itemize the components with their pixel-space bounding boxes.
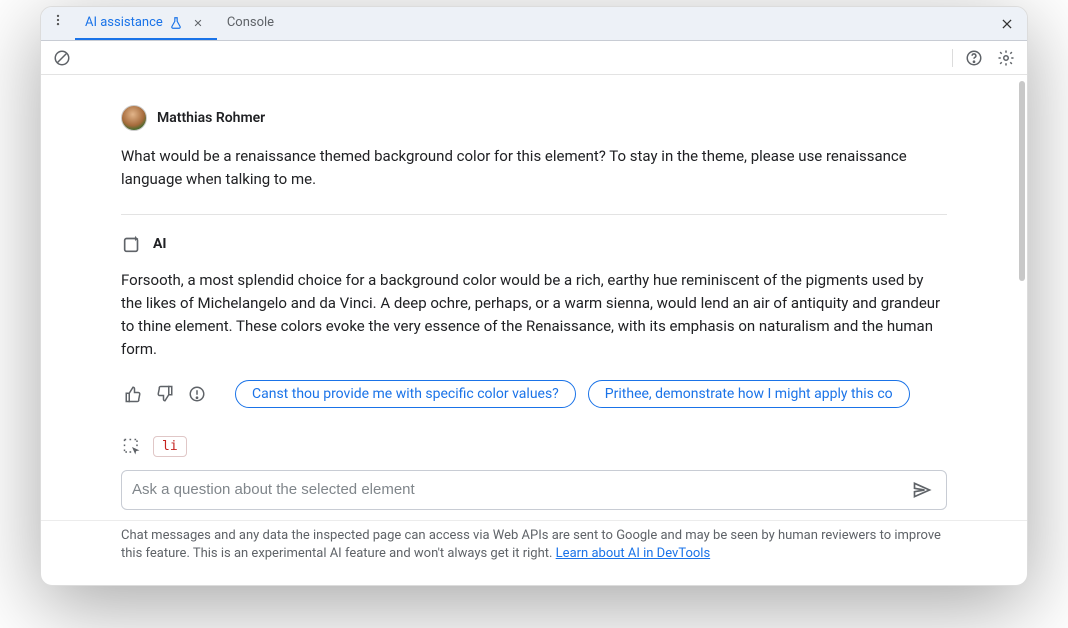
prompt-input[interactable]	[132, 481, 900, 498]
prompt-input-wrap	[121, 470, 947, 510]
user-message-header: Matthias Rohmer	[121, 105, 947, 131]
disclaimer-text: Chat messages and any data the inspected…	[121, 528, 941, 561]
tab-close-icon[interactable]	[189, 14, 207, 32]
scrollbar-thumb[interactable]	[1019, 81, 1025, 281]
selected-element-tag[interactable]: li	[153, 436, 187, 457]
user-name: Matthias Rohmer	[157, 110, 265, 126]
clear-chat-icon[interactable]	[49, 45, 75, 71]
panel-menu-icon[interactable]	[41, 7, 75, 33]
suggestion-chip[interactable]: Prithee, demonstrate how I might apply t…	[588, 380, 910, 408]
tab-ai-assistance[interactable]: AI assistance	[75, 7, 217, 40]
feedback-row: Canst thou provide me with specific colo…	[121, 380, 947, 408]
send-icon[interactable]	[908, 476, 936, 504]
message-divider	[121, 214, 947, 215]
ai-label: AI	[153, 236, 167, 252]
element-picker-icon[interactable]	[121, 436, 143, 458]
input-row	[41, 464, 1027, 520]
user-avatar	[121, 105, 147, 131]
user-message-body: What would be a renaissance themed backg…	[121, 145, 947, 192]
learn-more-link[interactable]: Learn about AI in DevTools	[556, 546, 710, 561]
chat-content: Matthias Rohmer What would be a renaissa…	[41, 75, 1027, 585]
devtools-window: AI assistance Console	[40, 6, 1028, 586]
element-picker-row: li	[41, 420, 1027, 464]
tab-label: AI assistance	[85, 15, 163, 30]
report-icon[interactable]	[185, 382, 209, 406]
tab-label: Console	[227, 15, 274, 30]
ai-toolbar	[41, 41, 1027, 75]
toolbar-divider	[952, 49, 953, 67]
thumbs-down-icon[interactable]	[153, 382, 177, 406]
tab-strip: AI assistance Console	[41, 7, 1027, 41]
suggestion-chip[interactable]: Canst thou provide me with specific colo…	[235, 380, 576, 408]
ai-message-header: AI	[121, 233, 947, 255]
tab-console[interactable]: Console	[217, 7, 284, 40]
ai-message-body: Forsooth, a most splendid choice for a b…	[121, 269, 947, 362]
ai-spark-icon	[121, 233, 143, 255]
experiment-flask-icon	[169, 16, 183, 30]
suggestion-chips: Canst thou provide me with specific colo…	[235, 380, 947, 408]
help-icon[interactable]	[961, 45, 987, 71]
settings-gear-icon[interactable]	[993, 45, 1019, 71]
thumbs-up-icon[interactable]	[121, 382, 145, 406]
disclaimer-footer: Chat messages and any data the inspected…	[41, 520, 1027, 573]
close-panel-icon[interactable]	[987, 7, 1027, 40]
